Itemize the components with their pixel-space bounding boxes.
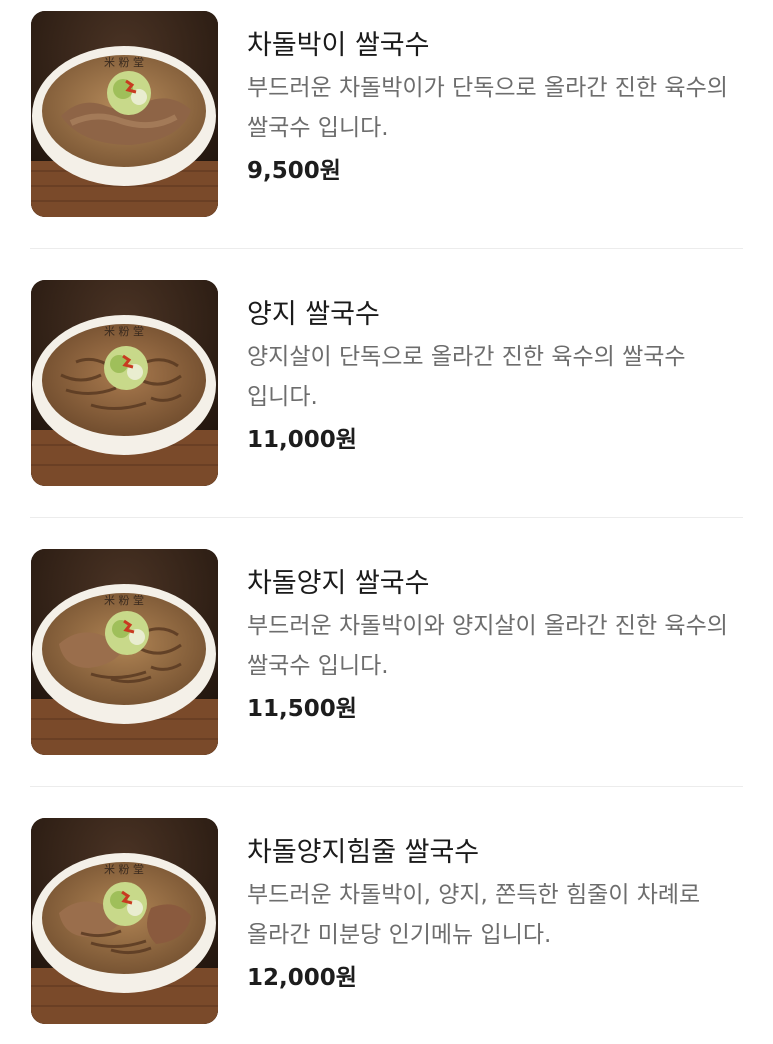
- svg-text:米 粉 堂: 米 粉 堂: [104, 325, 144, 338]
- menu-item-photo[interactable]: 米 粉 堂: [31, 818, 218, 1024]
- menu-item-price: 12,000원: [247, 965, 357, 991]
- menu-list: 米 粉 堂 차돌박이 쌀국수 부드러운 차돌박이가 단독으로 올라간 진한 육수…: [0, 0, 773, 1044]
- menu-item[interactable]: 米 粉 堂 차돌양지 쌀국수 부드러운 차돌박이와 양지살이 올라간 진한 육수…: [0, 538, 773, 806]
- noodle-bowl-image: 米 粉 堂: [31, 818, 218, 1024]
- menu-item-description: 부드러운 차돌박이와 양지살이 올라간 진한 육수의 쌀국수 입니다.: [247, 613, 728, 679]
- menu-item-price: 11,000원: [247, 427, 357, 453]
- menu-item-name[interactable]: 양지 쌀국수: [247, 295, 747, 335]
- menu-item-price: 11,500원: [247, 696, 357, 722]
- menu-item-photo[interactable]: 米 粉 堂: [31, 549, 218, 755]
- menu-item-price: 9,500원: [247, 158, 341, 184]
- menu-item-info: 차돌양지 쌀국수 부드러운 차돌박이와 양지살이 올라간 진한 육수의 쌀국수 …: [247, 564, 747, 729]
- menu-item-name[interactable]: 차돌박이 쌀국수: [247, 26, 747, 66]
- menu-item-info: 양지 쌀국수 양지살이 단독으로 올라간 진한 육수의 쌀국수 입니다. 11,…: [247, 295, 747, 460]
- menu-item-info: 차돌양지힘줄 쌀국수 부드러운 차돌박이, 양지, 쫀득한 힘줄이 차례로 올라…: [247, 833, 747, 998]
- noodle-bowl-image: 米 粉 堂: [31, 11, 218, 217]
- menu-item-name[interactable]: 차돌양지 쌀국수: [247, 564, 747, 604]
- menu-item-name[interactable]: 차돌양지힘줄 쌀국수: [247, 833, 747, 873]
- menu-item-description: 양지살이 단독으로 올라간 진한 육수의 쌀국수 입니다.: [247, 344, 686, 410]
- noodle-bowl-image: 米 粉 堂: [31, 280, 218, 486]
- divider: [30, 517, 743, 518]
- menu-item[interactable]: 米 粉 堂 차돌박이 쌀국수 부드러운 차돌박이가 단독으로 올라간 진한 육수…: [0, 0, 773, 268]
- noodle-bowl-image: 米 粉 堂: [31, 549, 218, 755]
- svg-text:米 粉 堂: 米 粉 堂: [104, 56, 144, 69]
- menu-item[interactable]: 米 粉 堂 양지 쌀국수 양지살이 단독으로 올라간 진한 육수의 쌀국수 입니…: [0, 269, 773, 537]
- menu-item-description: 부드러운 차돌박이가 단독으로 올라간 진한 육수의 쌀국수 입니다.: [247, 75, 728, 141]
- svg-text:米 粉 堂: 米 粉 堂: [104, 863, 144, 876]
- menu-item-description: 부드러운 차돌박이, 양지, 쫀득한 힘줄이 차례로 올라간 미분당 인기메뉴 …: [247, 882, 701, 948]
- divider: [30, 248, 743, 249]
- divider: [30, 786, 743, 787]
- svg-text:米 粉 堂: 米 粉 堂: [104, 594, 144, 607]
- menu-item-photo[interactable]: 米 粉 堂: [31, 11, 218, 217]
- menu-item[interactable]: 米 粉 堂 차돌양지힘줄 쌀국수 부드러운 차돌박이, 양지, 쫀득한 힘줄이 …: [0, 807, 773, 1044]
- menu-item-photo[interactable]: 米 粉 堂: [31, 280, 218, 486]
- menu-item-info: 차돌박이 쌀국수 부드러운 차돌박이가 단독으로 올라간 진한 육수의 쌀국수 …: [247, 26, 747, 191]
